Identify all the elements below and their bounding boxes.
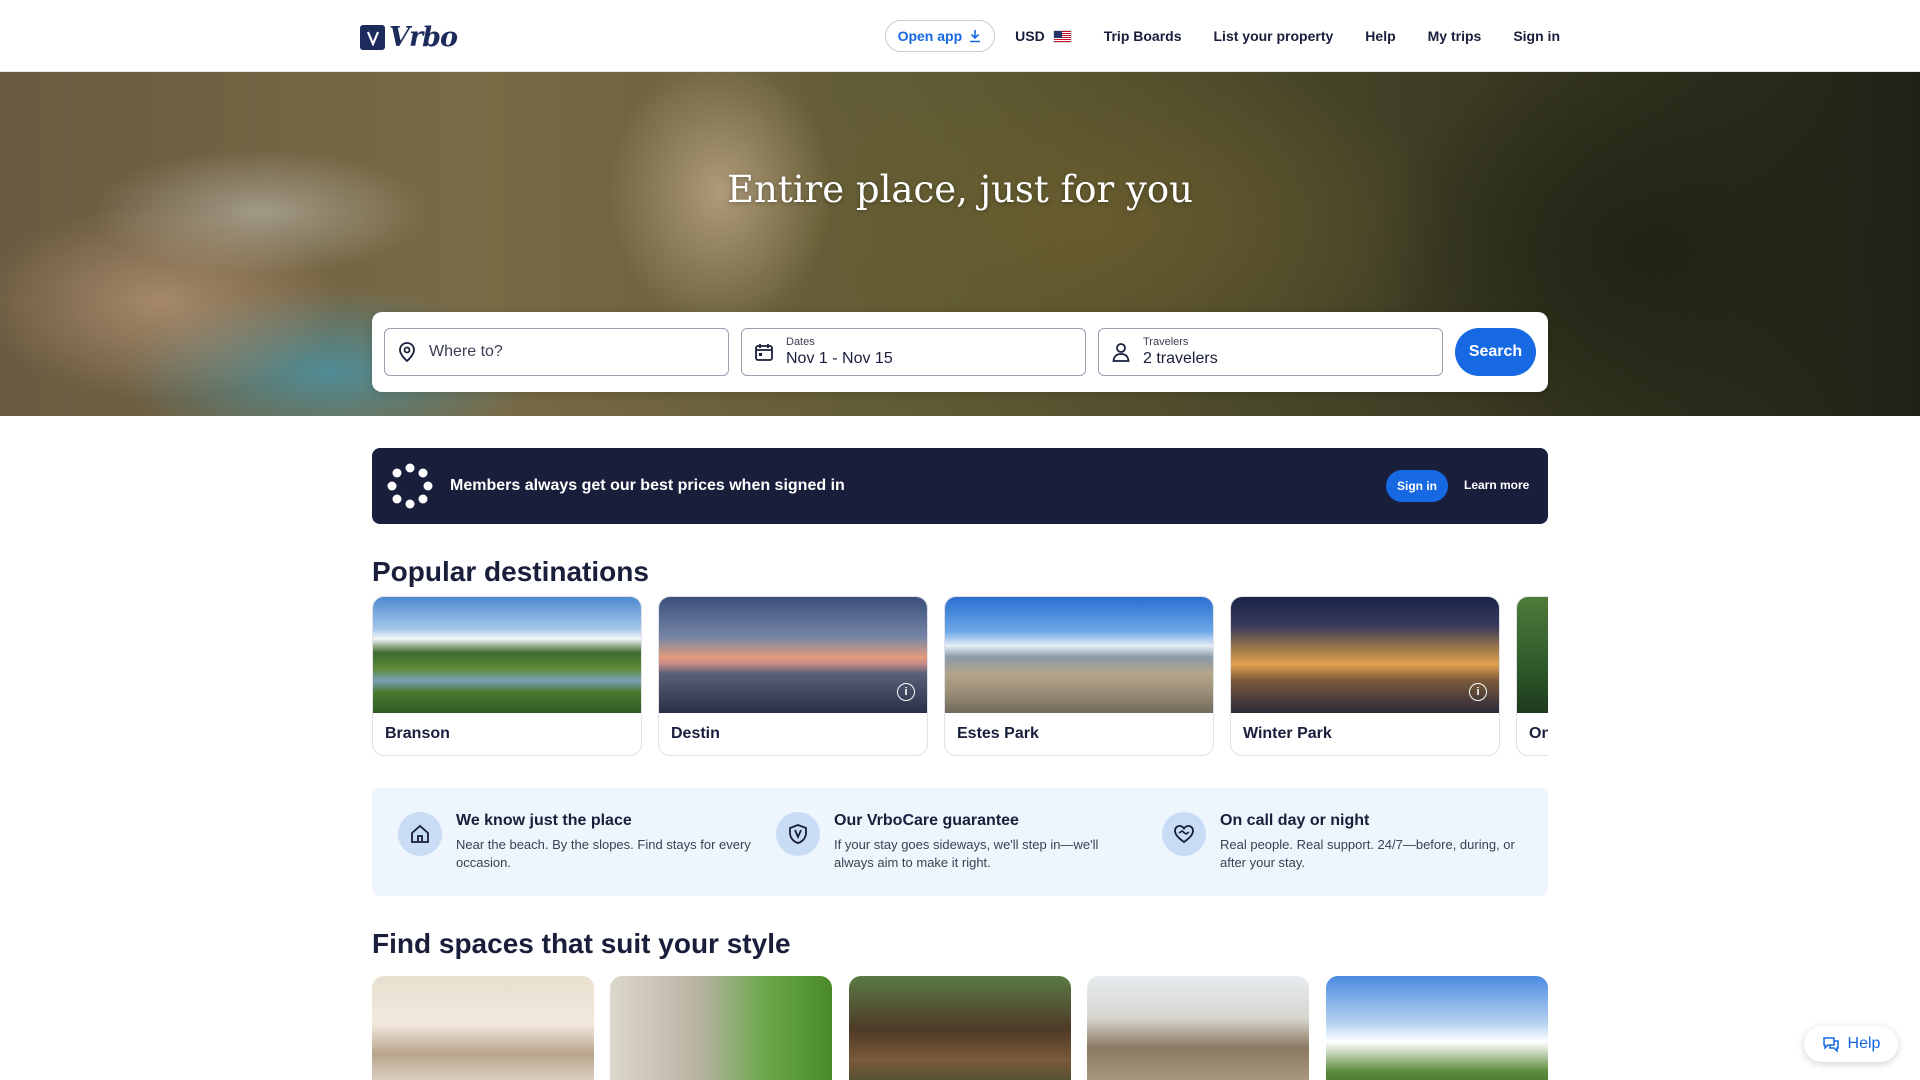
shield-icon <box>776 812 820 856</box>
info-icon[interactable]: i <box>897 683 915 701</box>
dates-label: Dates <box>786 335 815 348</box>
search-form: Where to? Dates Nov 1 - Nov 15 Travelers… <box>372 312 1548 392</box>
open-app-label: Open app <box>897 28 963 44</box>
hero-title: Entire place, just for you <box>727 168 1193 211</box>
nav-sign-in[interactable]: Sign in <box>1513 28 1560 44</box>
space-style-card[interactable] <box>372 976 594 1080</box>
destination-name: Branson <box>385 725 450 742</box>
space-style-card[interactable] <box>610 976 832 1080</box>
search-button[interactable]: Search <box>1455 328 1536 376</box>
travelers-label: Travelers <box>1143 335 1189 348</box>
top-header: Vrbo Open app USD Trip Boards List your … <box>0 0 1920 72</box>
destination-name: Estes Park <box>957 725 1039 742</box>
open-app-button[interactable]: Open app <box>884 20 996 52</box>
heart-handshake-icon <box>1162 812 1206 856</box>
nav-help[interactable]: Help <box>1365 28 1395 44</box>
currency-selector[interactable]: USD <box>1015 28 1072 44</box>
help-chat-label: Help <box>1847 1035 1881 1052</box>
destination-field[interactable]: Where to? <box>384 328 729 376</box>
destination-image: i <box>659 597 927 713</box>
location-pin-icon <box>397 342 417 362</box>
us-flag-icon <box>1052 29 1072 43</box>
dates-field[interactable]: Dates Nov 1 - Nov 15 <box>741 328 1086 376</box>
popular-destinations-title: Popular destinations <box>372 556 649 587</box>
help-chat-button[interactable]: Help <box>1804 1026 1898 1062</box>
perk-title: Our VrboCare guarantee <box>834 812 1019 829</box>
destination-name: Destin <box>671 725 720 742</box>
perk-title: On call day or night <box>1220 812 1370 829</box>
space-style-card[interactable] <box>849 976 1071 1080</box>
chat-bubble-icon <box>1822 1037 1839 1053</box>
dates-value: Nov 1 - Nov 15 <box>786 349 893 367</box>
perk-title: We know just the place <box>456 812 632 829</box>
destination-name: On <box>1529 725 1548 742</box>
space-style-card[interactable] <box>1326 976 1548 1080</box>
main-nav: Open app USD Trip Boards List your prope… <box>884 20 1560 52</box>
member-sign-in-button[interactable]: Sign in <box>1386 470 1448 502</box>
nav-trip-boards[interactable]: Trip Boards <box>1104 28 1182 44</box>
vrbo-logo-text: Vrbo <box>389 22 458 53</box>
destination-placeholder: Where to? <box>429 343 503 360</box>
person-icon <box>1111 342 1131 362</box>
space-style-card[interactable] <box>1087 976 1309 1080</box>
destination-image <box>945 597 1213 713</box>
vrbo-logo[interactable]: Vrbo <box>360 22 458 53</box>
destination-card-branson[interactable]: Branson <box>372 596 642 756</box>
destination-card-partial[interactable]: On <box>1516 596 1548 756</box>
learn-more-link[interactable]: Learn more <box>1464 478 1529 492</box>
nav-my-trips[interactable]: My trips <box>1428 28 1482 44</box>
info-icon[interactable]: i <box>1469 683 1487 701</box>
vrbo-logo-mark-icon <box>360 25 385 50</box>
perk-description: If your stay goes sideways, we'll step i… <box>834 837 1099 870</box>
destination-image <box>373 597 641 713</box>
destination-image: i <box>1231 597 1499 713</box>
house-icon <box>398 812 442 856</box>
find-spaces-title: Find spaces that suit your style <box>372 928 791 959</box>
destination-card-winter-park[interactable]: i Winter Park <box>1230 596 1500 756</box>
member-badge-icon <box>387 463 433 509</box>
nav-list-your-property[interactable]: List your property <box>1214 28 1334 44</box>
download-icon <box>970 30 981 43</box>
calendar-icon <box>754 342 774 362</box>
destination-card-destin[interactable]: i Destin <box>658 596 928 756</box>
travelers-field[interactable]: Travelers 2 travelers <box>1098 328 1443 376</box>
perks-panel: We know just the place Near the beach. B… <box>372 788 1548 896</box>
destination-card-estes-park[interactable]: Estes Park <box>944 596 1214 756</box>
destination-name: Winter Park <box>1243 725 1332 742</box>
travelers-value: 2 travelers <box>1143 349 1218 367</box>
member-prices-banner: Members always get our best prices when … <box>372 448 1548 524</box>
destination-image <box>1517 597 1548 713</box>
currency-label: USD <box>1015 28 1045 44</box>
member-banner-text: Members always get our best prices when … <box>450 477 845 494</box>
destinations-carousel: Branson i Destin Estes Park i Winter Par… <box>372 596 1548 756</box>
perk-description: Near the beach. By the slopes. Find stay… <box>456 837 751 870</box>
perk-description: Real people. Real support. 24/7—before, … <box>1220 837 1515 870</box>
